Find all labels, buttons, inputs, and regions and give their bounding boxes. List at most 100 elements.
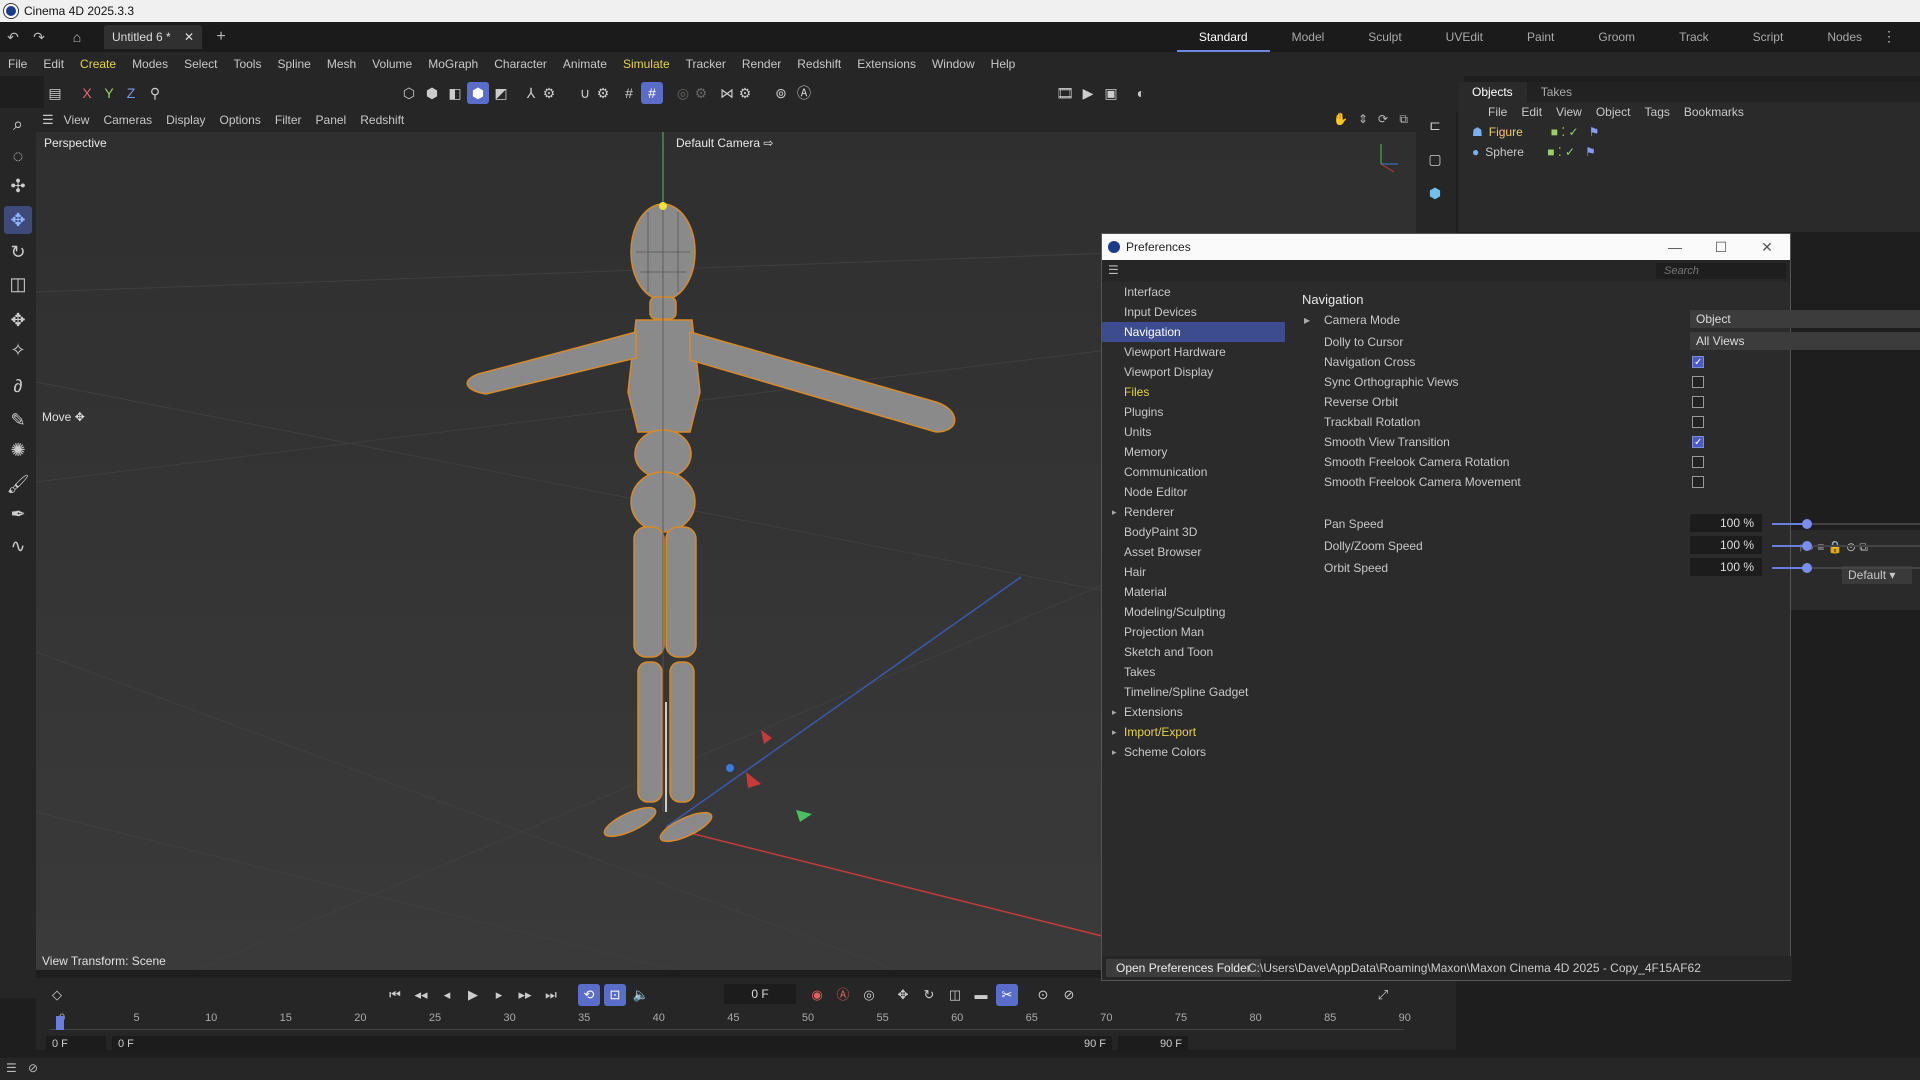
pref-category-navigation[interactable]: Navigation xyxy=(1102,322,1285,342)
expand-arrow-icon[interactable]: ▸ xyxy=(1112,742,1117,762)
home-icon[interactable]: ⌂ xyxy=(64,29,90,45)
layout-tab-standard[interactable]: Standard xyxy=(1176,22,1270,52)
redshift-icon[interactable]: ◐ xyxy=(1130,82,1152,104)
hand-pan-icon[interactable]: ✋ xyxy=(1333,112,1348,126)
render-to-picture-viewer-icon[interactable]: ▶ xyxy=(1077,82,1099,104)
layout-tab-track[interactable]: Track xyxy=(1657,22,1731,52)
timeline-ruler[interactable]: 051015202530354045505560657075808590 xyxy=(50,1010,1411,1030)
viewport-menu-cameras[interactable]: Cameras xyxy=(103,113,152,127)
minimize-icon[interactable]: — xyxy=(1652,234,1698,260)
autokey-icon[interactable]: Ⓐ xyxy=(832,984,854,1006)
dolly-icon[interactable]: ⇕ xyxy=(1358,112,1368,126)
pref-category-scheme-colors[interactable]: ▸ Scheme Colors xyxy=(1102,742,1285,762)
slider-knob[interactable] xyxy=(1802,563,1813,573)
coordinate-system-icon[interactable]: ⚲ xyxy=(144,82,166,104)
previous-frame-icon[interactable]: ◂ xyxy=(436,984,458,1006)
add-tab-icon[interactable]: + xyxy=(208,28,234,46)
lock-x-axis-button[interactable]: X xyxy=(76,82,98,104)
menu-redshift[interactable]: Redshift xyxy=(797,57,841,71)
trackball-rotation-checkbox[interactable] xyxy=(1692,416,1704,428)
timeline-window-icon[interactable]: ⊙ xyxy=(1032,984,1054,1006)
status-menu-icon[interactable]: ☰ xyxy=(6,1061,17,1075)
objects-menu-file[interactable]: File xyxy=(1488,105,1507,119)
preview-end-field[interactable]: 90 F xyxy=(1056,1036,1112,1052)
sound-icon[interactable]: 🔈 xyxy=(630,984,652,1006)
viewport-camera-label[interactable]: Default Camera ⇨ xyxy=(676,136,773,150)
next-frame-icon[interactable]: ▸ xyxy=(488,984,510,1006)
axis-settings-icon[interactable]: ⚙ xyxy=(538,82,560,104)
menu-mograph[interactable]: MoGraph xyxy=(428,57,478,71)
tag-icon[interactable]: ⚑ xyxy=(1585,145,1596,159)
render-view-icon[interactable]: 🎞 xyxy=(1054,82,1076,104)
tab-takes[interactable]: Takes xyxy=(1527,82,1586,102)
move-tool-icon[interactable]: ✥ xyxy=(4,206,32,234)
pref-category-files[interactable]: Files xyxy=(1102,382,1285,402)
viewport-layout-icon[interactable]: ⊏ xyxy=(1424,114,1446,136)
sculpt-brush-icon[interactable]: ✺ xyxy=(4,436,32,464)
pref-category-import-export[interactable]: ▸ Import/Export xyxy=(1102,722,1285,742)
menu-mesh[interactable]: Mesh xyxy=(327,57,356,71)
menu-tracker[interactable]: Tracker xyxy=(686,57,726,71)
grid-icon[interactable]: # xyxy=(618,82,640,104)
expand-arrow-icon[interactable]: ▸ xyxy=(1112,722,1117,742)
uv-mode-icon[interactable]: ◩ xyxy=(490,82,512,104)
edges-mode-icon[interactable]: ⬢ xyxy=(421,82,443,104)
preview-range-icon[interactable]: ⊡ xyxy=(604,984,626,1006)
loop-icon[interactable]: ⟲ xyxy=(578,984,600,1006)
lock-z-axis-button[interactable]: Z xyxy=(120,82,142,104)
render-preview-icon[interactable]: ⊚ xyxy=(770,82,792,104)
pref-category-viewport-hardware[interactable]: Viewport Hardware xyxy=(1102,342,1285,362)
sync-orthographic-views-checkbox[interactable] xyxy=(1692,376,1704,388)
menu-modes[interactable]: Modes xyxy=(132,57,168,71)
viewport-menu-redshift[interactable]: Redshift xyxy=(360,113,404,127)
redo-icon[interactable]: ↷ xyxy=(26,29,52,46)
pref-category-bodypaint-3d[interactable]: BodyPaint 3D xyxy=(1102,522,1285,542)
maximize-icon[interactable]: ☐ xyxy=(1698,234,1744,260)
tab-objects[interactable]: Objects xyxy=(1458,82,1527,102)
menu-simulate[interactable]: Simulate xyxy=(623,57,670,71)
pref-category-plugins[interactable]: Plugins xyxy=(1102,402,1285,422)
expand-arrow-icon[interactable]: ▸ xyxy=(1304,310,1310,330)
layout-tab-script[interactable]: Script xyxy=(1731,22,1806,52)
pan-speed-field[interactable]: 100 % xyxy=(1690,514,1762,532)
render-settings-icon[interactable]: ▣ xyxy=(1100,82,1122,104)
smooth-view-transition-checkbox[interactable] xyxy=(1692,433,1704,453)
object-row-figure[interactable]: ☗ Figure ■ ⁚ ✓ ⚑ xyxy=(1458,122,1920,142)
smooth-freelook-camera-rotation-checkbox[interactable] xyxy=(1692,456,1704,468)
timeline-settings-icon[interactable]: ⊘ xyxy=(1058,984,1080,1006)
viewport-menu-options[interactable]: Options xyxy=(220,113,261,127)
viewport-menu-display[interactable]: Display xyxy=(166,113,205,127)
reverse-orbit-checkbox[interactable] xyxy=(1692,396,1704,408)
previous-key-icon[interactable]: ◂◂ xyxy=(410,984,432,1006)
next-key-icon[interactable]: ▸▸ xyxy=(514,984,536,1006)
model-mode-icon[interactable]: ⬢ xyxy=(467,82,489,104)
go-to-end-icon[interactable]: ⏭ xyxy=(540,984,562,1006)
menu-extensions[interactable]: Extensions xyxy=(857,57,916,71)
expand-arrow-icon[interactable]: ▸ xyxy=(1112,502,1117,522)
object-row-sphere[interactable]: ● Sphere ■ ⁚ ✓ ⚑ xyxy=(1458,142,1920,162)
record-active-icon[interactable]: ◉ xyxy=(806,984,828,1006)
pref-category-takes[interactable]: Takes xyxy=(1102,662,1285,682)
navigation-cross-checkbox[interactable] xyxy=(1692,353,1704,373)
document-tab[interactable]: Untitled 6 * ✕ xyxy=(104,25,202,49)
visibility-dots-icon[interactable]: ■ ⁚ ✓ xyxy=(1547,145,1575,159)
cube-view-icon[interactable]: ⬢ xyxy=(1424,182,1446,204)
menu-render[interactable]: Render xyxy=(742,57,781,71)
transform-tool-icon[interactable]: ✥ xyxy=(4,306,32,334)
preferences-titlebar[interactable]: Preferences — ☐ ✕ xyxy=(1102,234,1790,260)
modeling-tool-icon[interactable]: ✧ xyxy=(4,336,32,364)
auto-keyframe-icon[interactable]: Ⓐ xyxy=(793,82,815,104)
undo-icon[interactable]: ↶ xyxy=(0,29,26,46)
pref-category-material[interactable]: Material xyxy=(1102,582,1285,602)
menu-file[interactable]: File xyxy=(8,57,27,71)
camera-mode-dropdown[interactable]: Object xyxy=(1690,310,1920,328)
paint-brush-icon[interactable]: 🖌 xyxy=(4,470,32,498)
snap-settings-icon[interactable]: ⚙ xyxy=(592,82,614,104)
position-key-icon[interactable]: ✥ xyxy=(892,984,914,1006)
layout-tab-model[interactable]: Model xyxy=(1270,22,1347,52)
orbit-icon[interactable]: ⟳ xyxy=(1378,112,1388,126)
menu-help[interactable]: Help xyxy=(991,57,1016,71)
tag-icon[interactable]: ⚑ xyxy=(1589,125,1600,139)
playhead[interactable] xyxy=(56,1016,64,1030)
menu-spline[interactable]: Spline xyxy=(277,57,310,71)
